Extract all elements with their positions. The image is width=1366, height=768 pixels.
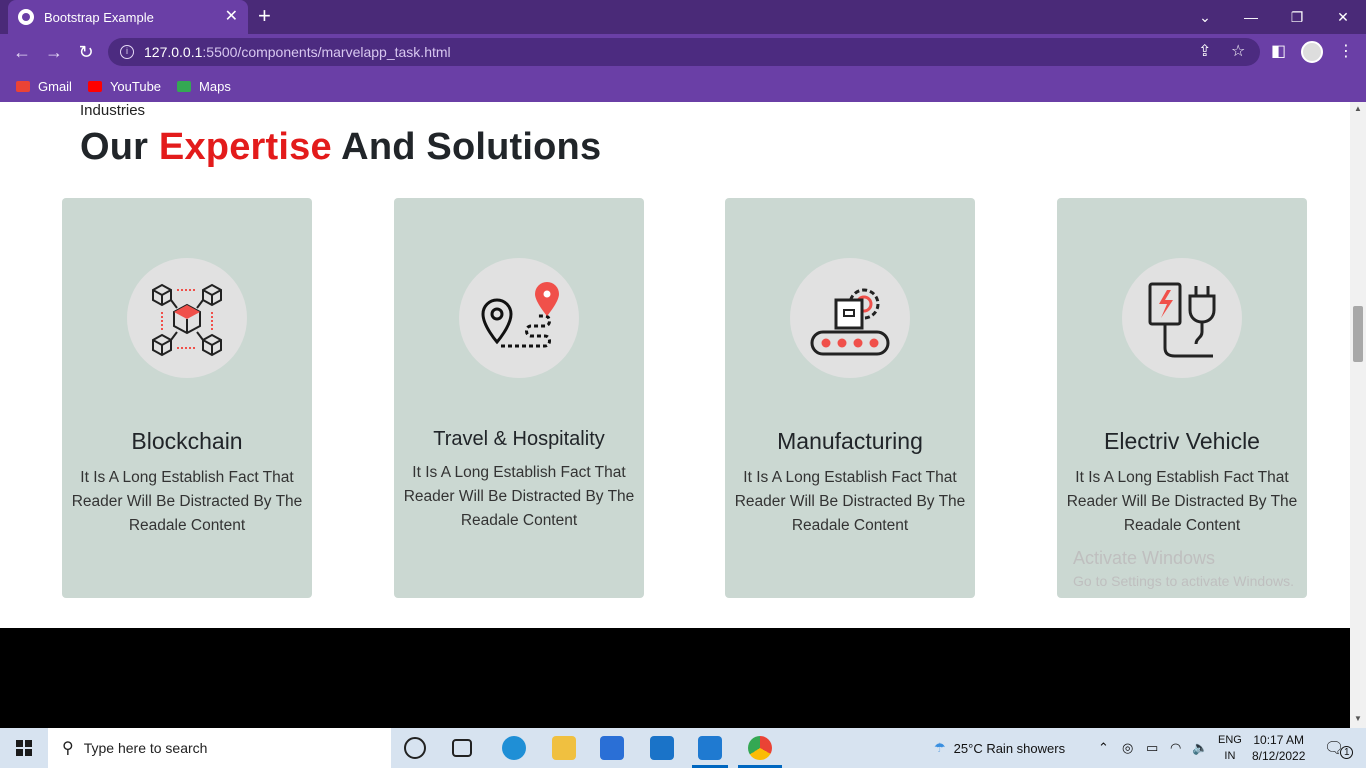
card-title: Electriv Vehicle: [1104, 428, 1260, 454]
window-close-icon[interactable]: ✕: [1320, 0, 1366, 34]
industry-card-electric-vehicle: Electriv Vehicle It Is A Long Establish …: [1057, 198, 1307, 598]
address-bar[interactable]: i 127.0.0.1:5500/components/marvelapp_ta…: [108, 38, 1260, 66]
bookmark-maps[interactable]: Maps: [177, 79, 231, 94]
bookmark-label: Gmail: [38, 78, 72, 94]
icon-circle: [1122, 258, 1242, 378]
tab-search-icon[interactable]: ⌄: [1182, 0, 1228, 34]
page-footer: [0, 628, 1350, 728]
volume-icon[interactable]: 🔈: [1192, 728, 1208, 768]
bookmark-label: YouTube: [109, 78, 162, 94]
gmail-icon: [16, 80, 30, 92]
bookmark-star-icon[interactable]: ☆: [1231, 38, 1245, 66]
language-indicator[interactable]: ENG IN: [1218, 732, 1242, 764]
windows-start-icon[interactable]: [16, 740, 32, 756]
new-tab-button[interactable]: +: [258, 4, 271, 28]
file-explorer-icon[interactable]: [552, 736, 576, 760]
card-description: It Is A Long Establish Fact That Reader …: [71, 469, 303, 534]
globe-icon: [18, 9, 34, 25]
section-kicker: Industries: [80, 102, 146, 119]
heading-text: Our: [80, 126, 159, 168]
industry-card-blockchain: Blockchain It Is A Long Establish Fact T…: [62, 198, 312, 598]
heading-accent: Expertise: [158, 126, 332, 168]
profile-avatar[interactable]: [1301, 41, 1323, 63]
menu-kebab-icon[interactable]: ⋮: [1338, 38, 1354, 66]
maps-icon: [177, 80, 192, 92]
battery-icon[interactable]: ▭: [1146, 728, 1158, 768]
icon-circle: [459, 258, 579, 378]
bookmark-label: Maps: [199, 78, 231, 94]
bookmarks-bar: Gmail YouTube Maps: [0, 70, 1366, 102]
scroll-up-icon[interactable]: ▲: [1353, 104, 1363, 113]
heading-text: And Solutions: [331, 126, 602, 168]
industry-card-manufacturing: Manufacturing It Is A Long Establish Fac…: [725, 198, 975, 598]
clock-time: 10:17 AM: [1253, 733, 1305, 747]
card-description: It Is A Long Establish Fact That Reader …: [734, 469, 966, 534]
ev-charger-plug-icon: [1148, 282, 1216, 358]
restore-icon[interactable]: ❐: [1274, 0, 1320, 34]
side-panel-icon[interactable]: ◧: [1271, 38, 1286, 66]
search-placeholder: Type here to search: [83, 740, 208, 756]
meet-icon[interactable]: ◎: [1122, 728, 1133, 768]
windows-activation-watermark: Activate Windows Go to Settings to activ…: [1073, 548, 1294, 589]
url-host: 127.0.0.1: [144, 44, 203, 60]
youtube-icon: [87, 80, 102, 92]
store-icon[interactable]: [600, 736, 624, 760]
minimize-icon[interactable]: —: [1228, 0, 1274, 34]
weather-widget[interactable]: ☂ 25°C Rain showers: [934, 728, 1065, 768]
blockchain-icon: [152, 283, 222, 357]
site-info-icon[interactable]: i: [120, 45, 134, 59]
url-path: :5500/components/marvelapp_task.html: [202, 44, 451, 60]
lang-region: IN: [1224, 750, 1236, 762]
card-description: It Is A Long Establish Fact That Reader …: [403, 464, 635, 529]
task-view-icon[interactable]: [452, 739, 472, 757]
back-icon[interactable]: ←: [10, 40, 34, 64]
share-icon[interactable]: ⇪: [1198, 38, 1211, 66]
bookmark-youtube[interactable]: YouTube: [87, 78, 162, 94]
bookmark-gmail[interactable]: Gmail: [16, 79, 72, 94]
mail-icon[interactable]: [650, 736, 674, 760]
forward-icon[interactable]: →: [42, 40, 66, 64]
vscode-icon[interactable]: [698, 736, 722, 760]
tab-title: Bootstrap Example: [44, 9, 154, 25]
system-clock[interactable]: 10:17 AM 8/12/2022: [1252, 732, 1305, 764]
rain-cloud-icon: ☂: [934, 740, 946, 755]
card-title: Manufacturing: [777, 428, 923, 454]
scroll-thumb[interactable]: [1353, 306, 1363, 362]
search-icon: ⚲: [62, 740, 74, 757]
industry-card-travel: Travel & Hospitality It Is A Long Establ…: [394, 198, 644, 598]
notification-count: 1: [1340, 745, 1354, 759]
windows-taskbar: ⚲ Type here to search ☂ 25°C Rain shower…: [0, 728, 1366, 768]
wifi-icon[interactable]: ◠: [1170, 728, 1181, 768]
notification-icon[interactable]: 🗨 1: [1324, 728, 1354, 768]
cortana-icon[interactable]: [404, 737, 426, 759]
watermark-subtitle: Go to Settings to activate Windows.: [1073, 573, 1294, 589]
chrome-icon[interactable]: [748, 736, 772, 760]
card-title: Travel & Hospitality: [433, 428, 605, 450]
tray-chevron-icon[interactable]: ⌃: [1098, 728, 1109, 768]
icon-circle: [127, 258, 247, 378]
browser-toolbar: ← → ↻ i 127.0.0.1:5500/components/marvel…: [0, 34, 1366, 70]
clock-date: 8/12/2022: [1252, 749, 1306, 763]
tab-close-icon[interactable]: ✕: [225, 9, 238, 25]
card-title: Blockchain: [131, 428, 243, 454]
taskbar-search[interactable]: ⚲ Type here to search: [48, 728, 391, 768]
page-scrollbar[interactable]: ▲ ▼: [1350, 102, 1366, 728]
scroll-down-icon[interactable]: ▼: [1353, 714, 1363, 723]
icon-circle: [790, 258, 910, 378]
reload-icon[interactable]: ↻: [74, 40, 98, 64]
browser-tab[interactable]: Bootstrap Example ✕: [8, 0, 248, 34]
page-viewport: Industries Our Expertise And Solutions B…: [0, 102, 1350, 728]
lang-code: ENG: [1218, 734, 1242, 746]
map-pin-route-icon: [481, 282, 559, 348]
card-description: It Is A Long Establish Fact That Reader …: [1066, 469, 1298, 534]
watermark-title: Activate Windows: [1073, 548, 1216, 568]
weather-text: 25°C Rain showers: [953, 740, 1066, 756]
edge-icon[interactable]: [502, 736, 526, 760]
conveyor-gear-icon: [810, 288, 890, 356]
section-heading: Our Expertise And Solutions: [80, 126, 601, 169]
browser-tab-strip: Bootstrap Example ✕ + ⌄ — ❐ ✕: [0, 0, 1366, 34]
